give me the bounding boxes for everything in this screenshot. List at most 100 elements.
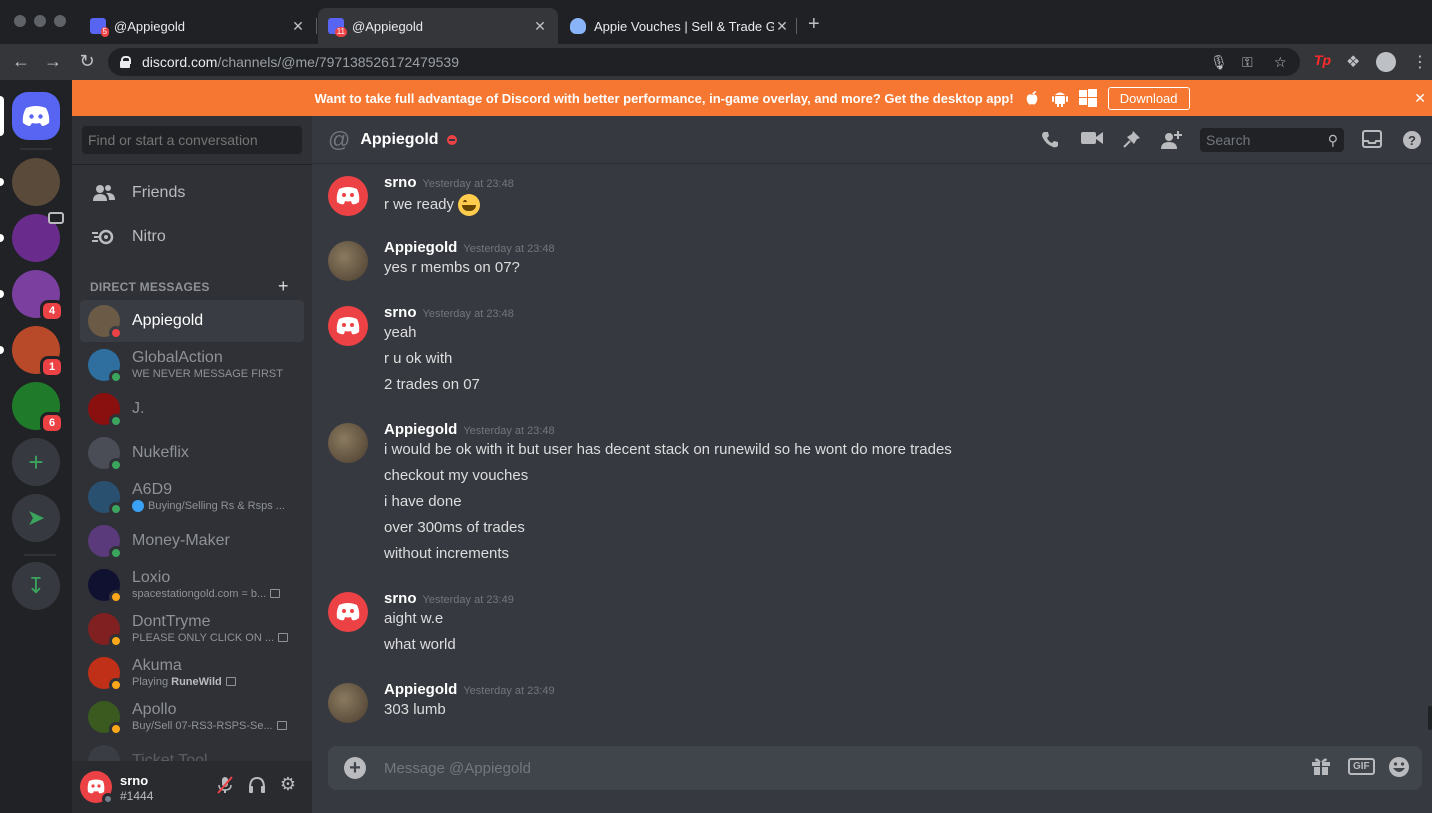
message-input[interactable] bbox=[384, 746, 1284, 790]
dm-item[interactable]: Nukeflix bbox=[80, 432, 304, 474]
discord-default-avatar[interactable] bbox=[328, 306, 368, 346]
scrollbar[interactable] bbox=[1428, 706, 1432, 730]
discord-logo-icon bbox=[336, 187, 360, 205]
create-dm-button[interactable]: + bbox=[278, 276, 289, 297]
help-icon[interactable]: ? bbox=[1400, 130, 1424, 155]
mute-mic-icon[interactable] bbox=[214, 776, 236, 799]
dm-item[interactable]: Money-Maker bbox=[80, 520, 304, 562]
server-icon-2[interactable] bbox=[12, 212, 64, 262]
discord-default-avatar[interactable] bbox=[328, 592, 368, 632]
window-close-dot[interactable] bbox=[14, 15, 26, 27]
find-conversation-search[interactable] bbox=[82, 126, 302, 154]
dm-subtext-row: Buy/Sell 07-RS3-RSPS-Se... bbox=[132, 719, 304, 733]
tab-close-icon[interactable]: ✕ bbox=[290, 18, 306, 35]
tab-separator bbox=[796, 18, 797, 34]
tab-close-icon[interactable]: ✕ bbox=[774, 18, 790, 35]
dm-subtext: PLEASE ONLY CLICK ON ... bbox=[132, 631, 275, 644]
dm-item[interactable]: A6D9 Buying/Selling Rs & Rsps ... bbox=[80, 476, 304, 518]
message-author[interactable]: srno bbox=[384, 590, 417, 607]
friends-link[interactable]: Friends bbox=[80, 172, 304, 214]
tab-close-icon[interactable]: ✕ bbox=[532, 18, 548, 35]
close-notice-icon[interactable]: ✕ bbox=[1414, 90, 1426, 107]
discord-default-avatar[interactable] bbox=[328, 176, 368, 216]
discord-logo-icon bbox=[336, 603, 360, 621]
url-host: discord.com bbox=[142, 54, 218, 70]
settings-gear-icon[interactable]: ⚙ bbox=[277, 774, 299, 795]
emoji-icon[interactable] bbox=[1386, 756, 1412, 783]
mention-badge: 6 bbox=[40, 412, 64, 434]
message-header: Appiegold Yesterday at 23:49 bbox=[384, 681, 555, 699]
user-avatar[interactable] bbox=[80, 771, 114, 805]
new-tab-button[interactable]: + bbox=[808, 13, 820, 36]
dm-item[interactable]: Apollo Buy/Sell 07-RS3-RSPS-Se... bbox=[80, 696, 304, 738]
dm-item[interactable]: Loxio spacestationgold.com = b... bbox=[80, 564, 304, 606]
forward-arrow-icon[interactable]: → bbox=[42, 51, 64, 72]
message-text: yes r membs on 07? bbox=[384, 259, 520, 276]
menu-dots-icon[interactable]: ⋮ bbox=[1412, 52, 1428, 72]
server-icon-4[interactable]: 1 bbox=[12, 326, 64, 378]
download-button[interactable]: Download bbox=[1107, 86, 1190, 110]
call-icon[interactable] bbox=[1038, 130, 1062, 155]
header-search[interactable]: Search ⚲ bbox=[1200, 128, 1344, 152]
message-content: i would be ok with it but user has decen… bbox=[384, 441, 952, 458]
key-icon[interactable]: ⚿ bbox=[1242, 54, 1253, 71]
friends-icon bbox=[92, 181, 116, 205]
shield-favicon-icon bbox=[570, 18, 586, 34]
message-author[interactable]: Appiegold bbox=[384, 681, 457, 698]
message-content: 2 trades on 07 bbox=[384, 376, 480, 393]
address-bar[interactable]: discord.com/channels/@me/797138526172479… bbox=[108, 48, 1300, 76]
dm-item[interactable]: DontTryme PLEASE ONLY CLICK ON ... bbox=[80, 608, 304, 650]
browser-tab-2[interactable]: 11 @Appiegold ✕ bbox=[318, 8, 558, 44]
message-author[interactable]: Appiegold bbox=[384, 421, 457, 438]
star-icon[interactable]: ☆ bbox=[1274, 54, 1287, 71]
server-icon-3[interactable]: 4 bbox=[12, 270, 64, 322]
dm-item[interactable]: GlobalAction WE NEVER MESSAGE FIRST bbox=[80, 344, 304, 386]
tp-extension-icon[interactable]: Tp bbox=[1314, 52, 1331, 68]
dm-name: Apollo bbox=[132, 700, 177, 718]
user-photo-avatar[interactable] bbox=[328, 423, 368, 463]
gif-picker-button[interactable]: GIF bbox=[1348, 758, 1375, 775]
dm-subtext-row: PLEASE ONLY CLICK ON ... bbox=[132, 631, 304, 645]
grinning-emoji-icon[interactable] bbox=[458, 194, 481, 216]
video-icon[interactable] bbox=[1080, 130, 1104, 151]
browser-tab-1[interactable]: 5 @Appiegold ✕ bbox=[80, 8, 316, 44]
home-button[interactable] bbox=[12, 92, 60, 140]
attach-plus-icon[interactable]: + bbox=[344, 757, 366, 779]
dm-item[interactable]: Akuma Playing RuneWild bbox=[80, 652, 304, 694]
message-author[interactable]: Appiegold bbox=[384, 239, 457, 256]
online-status-icon bbox=[109, 546, 123, 560]
user-photo-avatar[interactable] bbox=[328, 241, 368, 281]
profile-icon[interactable] bbox=[1376, 52, 1396, 72]
reload-icon[interactable]: ↻ bbox=[76, 51, 98, 72]
puzzle-icon[interactable]: ❖ bbox=[1346, 52, 1360, 72]
dm-item[interactable]: Appiegold bbox=[80, 300, 304, 342]
window-minimize-dot[interactable] bbox=[34, 15, 46, 27]
nitro-link[interactable]: Nitro bbox=[80, 216, 304, 258]
add-friend-icon[interactable] bbox=[1160, 130, 1184, 155]
server-icon-1[interactable] bbox=[12, 158, 60, 206]
server-icon-5[interactable]: 6 bbox=[12, 382, 64, 434]
windows-icon bbox=[1078, 88, 1098, 108]
user-photo-avatar[interactable] bbox=[328, 683, 368, 723]
explore-servers-compass-icon[interactable]: ➤ bbox=[12, 494, 60, 542]
message-author[interactable]: srno bbox=[384, 304, 417, 321]
headphones-icon[interactable] bbox=[246, 776, 268, 799]
add-server-button[interactable]: + bbox=[12, 438, 60, 486]
window-zoom-dot[interactable] bbox=[54, 15, 66, 27]
mic-icon[interactable]: 🎙 bbox=[1210, 54, 1228, 71]
dm-item[interactable]: J. bbox=[80, 388, 304, 430]
rich-presence-icon bbox=[270, 589, 281, 599]
message-composer: + GIF bbox=[328, 746, 1422, 790]
back-arrow-icon[interactable]: ← bbox=[10, 51, 32, 72]
message-text: r u ok with bbox=[384, 350, 453, 367]
browser-tab-3[interactable]: Appie Vouches | Sell & Trade G ✕ bbox=[560, 8, 800, 44]
message-timestamp: Yesterday at 23:48 bbox=[463, 425, 555, 437]
gift-icon[interactable] bbox=[1308, 756, 1334, 781]
pin-icon[interactable] bbox=[1120, 130, 1144, 153]
download-apps-icon[interactable]: ↧ bbox=[12, 562, 60, 610]
dm-avatar bbox=[88, 437, 123, 472]
message-content: r u ok with bbox=[384, 350, 452, 367]
inbox-icon[interactable] bbox=[1360, 130, 1384, 153]
unread-pill bbox=[0, 234, 4, 242]
message-author[interactable]: srno bbox=[384, 174, 417, 191]
